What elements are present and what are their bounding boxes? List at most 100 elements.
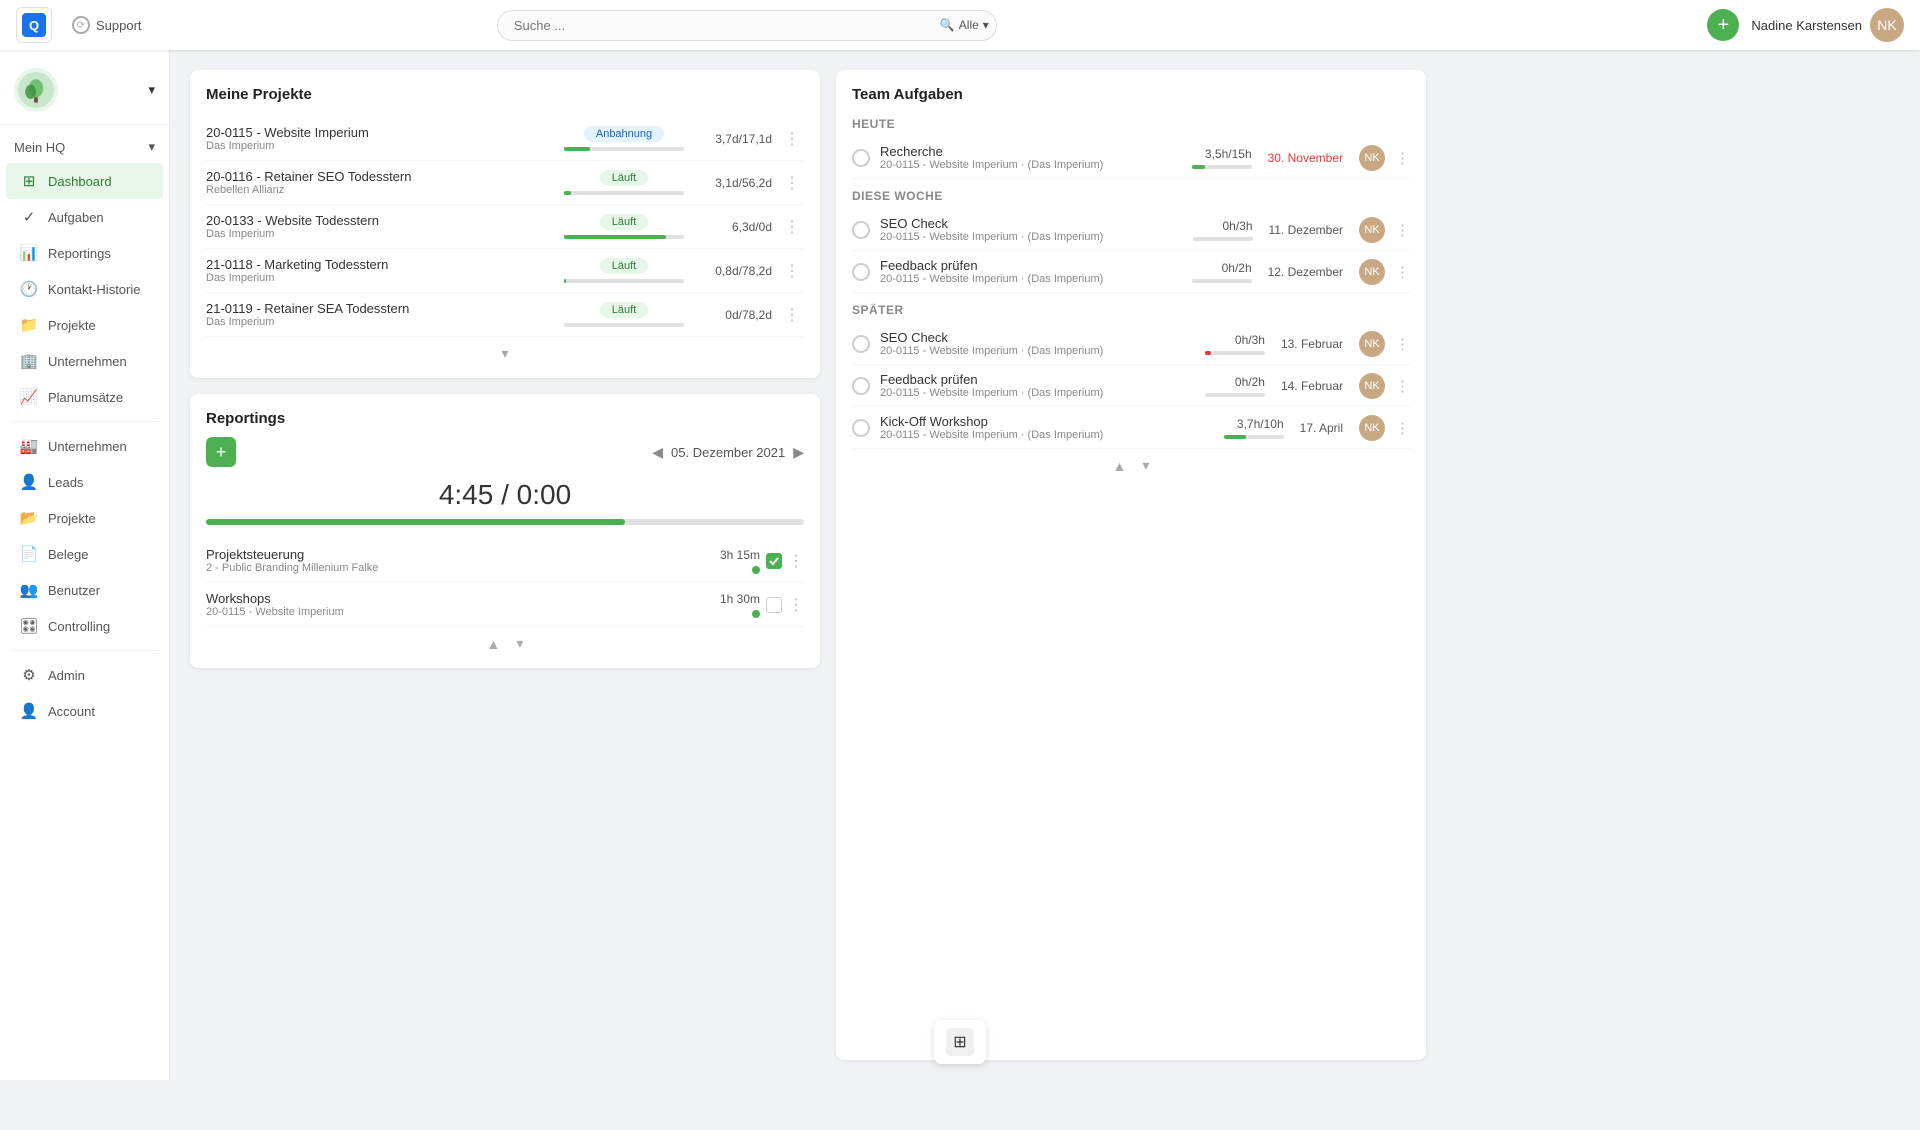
grid-icon: ⊞: [953, 1032, 966, 1052]
sidebar-item-label: Leads: [48, 475, 83, 490]
topbar-user[interactable]: Nadine Karstensen NK: [1751, 8, 1904, 42]
task-checkbox[interactable]: [852, 377, 870, 395]
sidebar-item-unternehmen[interactable]: 🏭 Unternehmen: [6, 428, 163, 464]
sidebar-item-planumsatze[interactable]: 📈 Planumsätze: [6, 379, 163, 415]
projects-expand-button[interactable]: ▾: [501, 345, 508, 362]
avatar: NK: [1359, 217, 1385, 243]
sidebar-item-controlling[interactable]: 🎛 Controlling: [6, 608, 163, 644]
task-menu-button[interactable]: ⋮: [1395, 419, 1410, 437]
search-filter-chevron-icon[interactable]: ▾: [983, 18, 989, 32]
time-progress-fill: [206, 519, 625, 525]
task-checkbox[interactable]: [852, 419, 870, 437]
date-next-button[interactable]: ▶: [793, 444, 804, 461]
team-tasks-collapse-button[interactable]: ▲: [1113, 457, 1127, 474]
project-menu-button[interactable]: ⋮: [780, 127, 804, 151]
project-progress-bar: [564, 235, 684, 239]
topbar-support[interactable]: ⟳ Support: [72, 16, 142, 34]
reportings-expand-button[interactable]: ▾: [516, 635, 523, 652]
task-checkbox[interactable]: [852, 335, 870, 353]
project-menu-button[interactable]: ⋮: [780, 259, 804, 283]
task-sub: 20-0115 - Website Imperium · (Das Imperi…: [880, 345, 1195, 357]
avatar: NK: [1870, 8, 1904, 42]
project-sub: Das Imperium: [206, 140, 556, 152]
project-progress-bar: [564, 279, 684, 283]
task-menu-button[interactable]: ⋮: [1395, 221, 1410, 239]
sidebar-item-projekte[interactable]: 📂 Projekte: [6, 500, 163, 536]
sidebar-mein-hq[interactable]: Mein HQ ▾: [0, 131, 169, 163]
project-status-wrap: Läuft: [564, 214, 684, 239]
project-time: 3,1d/56,2d: [692, 176, 772, 190]
task-name: SEO Check: [880, 216, 1183, 231]
project-status-wrap: Läuft: [564, 170, 684, 195]
sidebar-item-belege[interactable]: 📄 Belege: [6, 536, 163, 572]
sidebar-dropdown-icon[interactable]: ▾: [148, 82, 155, 98]
task-date: 13. Februar: [1281, 337, 1343, 351]
task-sub: 20-0115 - Website Imperium · (Das Imperi…: [880, 429, 1214, 441]
projekte-icon: 📂: [20, 509, 38, 527]
reportings-header: + ◀ 05. Dezember 2021 ▶: [206, 437, 804, 467]
task-sub: 20-0115 - Website Imperium · (Das Imperi…: [880, 273, 1182, 285]
task-menu-button[interactable]: ⋮: [1395, 377, 1410, 395]
reporting-menu-button[interactable]: ⋮: [788, 595, 804, 615]
projects-title: Meine Projekte: [206, 86, 804, 103]
reportings-collapse-button[interactable]: ▲: [487, 635, 501, 652]
project-name: 20-0133 - Website Todesstern: [206, 213, 556, 228]
date-prev-button[interactable]: ◀: [652, 444, 663, 461]
task-checkbox[interactable]: [852, 149, 870, 167]
projekte-top-icon: 📁: [20, 316, 38, 334]
add-button[interactable]: +: [1707, 9, 1739, 41]
reporting-checkbox-empty[interactable]: [766, 597, 782, 613]
project-menu-button[interactable]: ⋮: [780, 215, 804, 239]
list-item: Workshops 20-0115 - Website Imperium 1h …: [206, 583, 804, 627]
project-name: 20-0115 - Website Imperium: [206, 125, 556, 140]
task-menu-button[interactable]: ⋮: [1395, 149, 1410, 167]
unternehmen-top-icon: 🏢: [20, 352, 38, 370]
project-info: 21-0119 - Retainer SEA Todesstern Das Im…: [206, 301, 556, 328]
reportings-add-button[interactable]: +: [206, 437, 236, 467]
sidebar: ▾ Mein HQ ▾ ⊞ Dashboard ✓ Aufgaben 📊 Rep…: [0, 50, 170, 1080]
svg-text:Q: Q: [29, 18, 39, 33]
avatar: NK: [1359, 145, 1385, 171]
sidebar-item-admin[interactable]: ⚙ Admin: [6, 657, 163, 693]
task-time: 0h/3h: [1222, 219, 1252, 233]
search-filter-label[interactable]: Alle: [959, 18, 979, 32]
avatar: NK: [1359, 415, 1385, 441]
sidebar-item-reportings[interactable]: 📊 Reportings: [6, 235, 163, 271]
section-label-spater: Später: [852, 303, 1410, 317]
task-menu-button[interactable]: ⋮: [1395, 263, 1410, 281]
bottom-widget[interactable]: ⊞: [934, 1020, 986, 1064]
task-time-area: 0h/2h: [1192, 261, 1252, 283]
reporting-menu-button[interactable]: ⋮: [788, 551, 804, 571]
task-menu-button[interactable]: ⋮: [1395, 335, 1410, 353]
sidebar-item-leads[interactable]: 👤 Leads: [6, 464, 163, 500]
task-info: SEO Check 20-0115 - Website Imperium · (…: [880, 330, 1195, 357]
reporting-sub: 20-0115 - Website Imperium: [206, 606, 712, 618]
task-checkbox[interactable]: [852, 221, 870, 239]
task-sub: 20-0115 - Website Imperium · (Das Imperi…: [880, 159, 1182, 171]
sidebar-item-label: Unternehmen: [48, 354, 127, 369]
planumsatze-icon: 📈: [20, 388, 38, 406]
sidebar-item-benutzer[interactable]: 👥 Benutzer: [6, 572, 163, 608]
project-menu-button[interactable]: ⋮: [780, 171, 804, 195]
task-date: 12. Dezember: [1268, 265, 1343, 279]
task-time: 3,7h/10h: [1237, 417, 1284, 431]
task-checkbox[interactable]: [852, 263, 870, 281]
avatar: NK: [1359, 373, 1385, 399]
reporting-checkbox[interactable]: [766, 553, 782, 569]
sidebar-item-projekte-top[interactable]: 📁 Projekte: [6, 307, 163, 343]
sidebar-item-dashboard[interactable]: ⊞ Dashboard: [6, 163, 163, 199]
task-time: 0h/3h: [1235, 333, 1265, 347]
topbar-search-container: 🔍 Alle ▾: [497, 10, 997, 41]
team-tasks-expand-button[interactable]: ▾: [1142, 457, 1149, 474]
unternehmen-icon: 🏭: [20, 437, 38, 455]
search-input[interactable]: [497, 10, 997, 41]
support-label: Support: [96, 18, 142, 33]
project-menu-button[interactable]: ⋮: [780, 303, 804, 327]
sidebar-item-aufgaben[interactable]: ✓ Aufgaben: [6, 199, 163, 235]
task-time-area: 0h/2h: [1205, 375, 1265, 397]
sidebar-divider-1: [10, 421, 159, 422]
sidebar-item-account[interactable]: 👤 Account: [6, 693, 163, 729]
sidebar-item-unternehmen-top[interactable]: 🏢 Unternehmen: [6, 343, 163, 379]
avatar: NK: [1359, 331, 1385, 357]
sidebar-item-kontakt-historie[interactable]: 🕐 Kontakt-Historie: [6, 271, 163, 307]
